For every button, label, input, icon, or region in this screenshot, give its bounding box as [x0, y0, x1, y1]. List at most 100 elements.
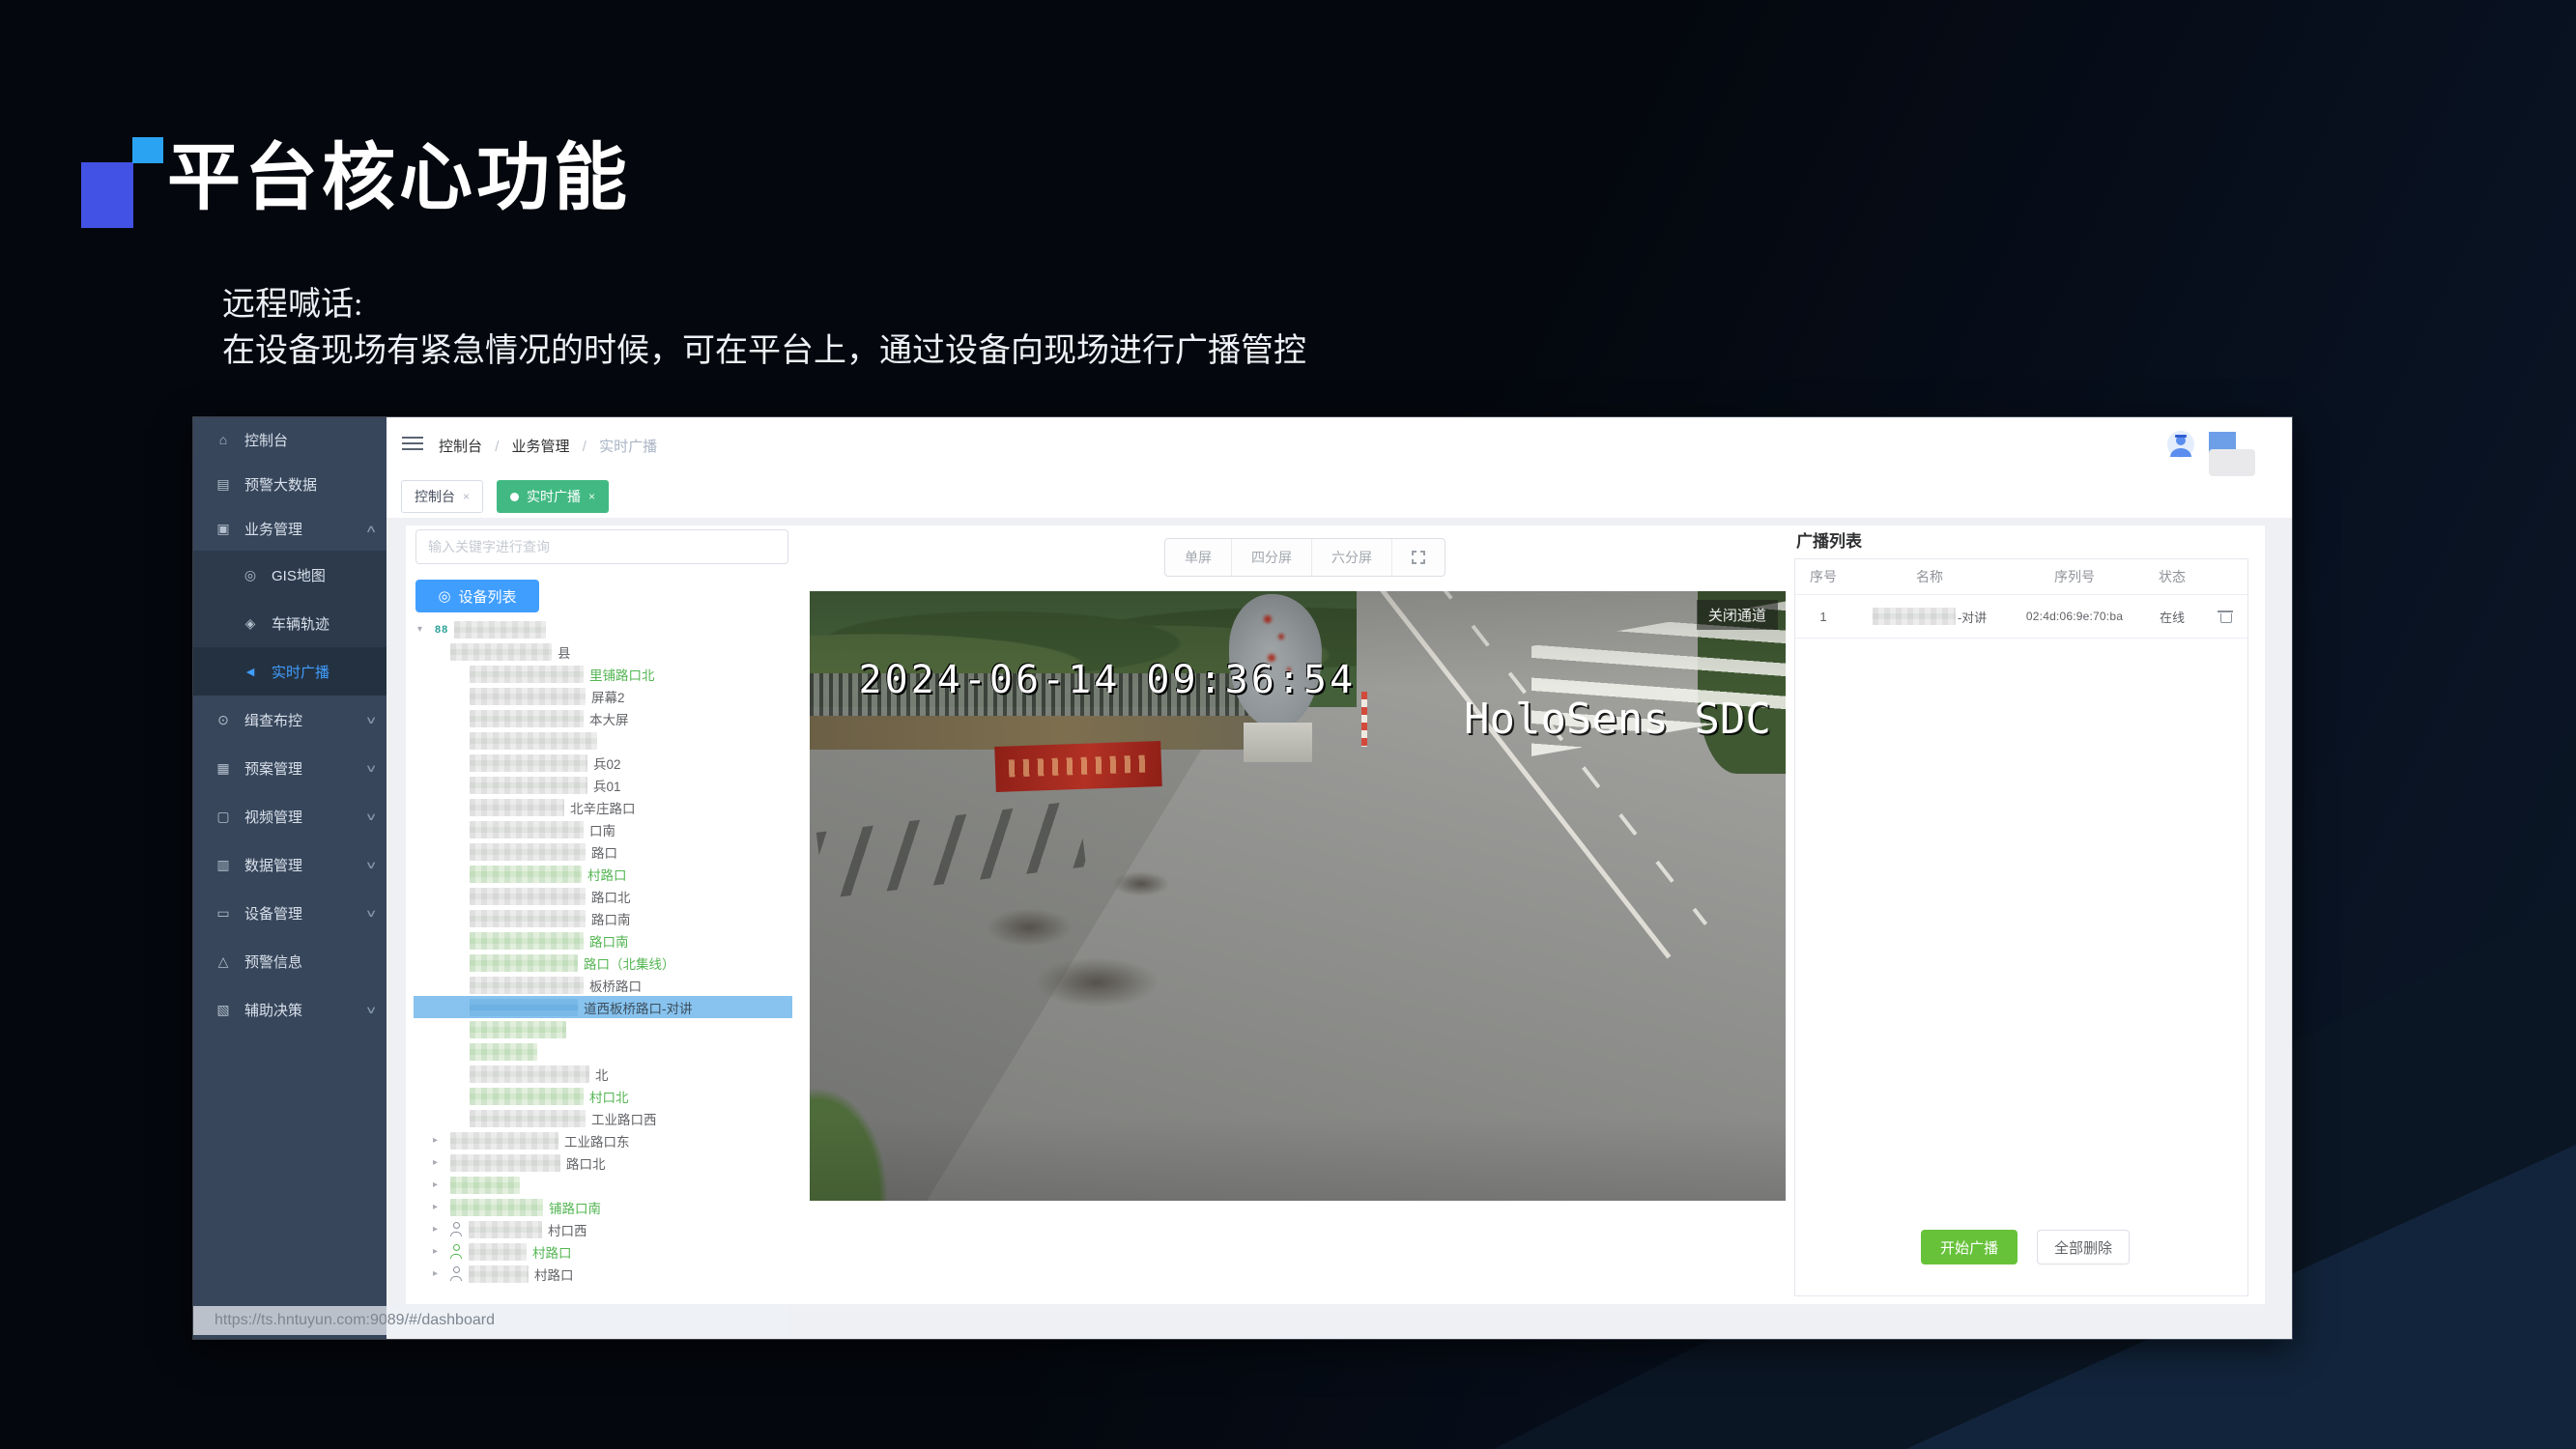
tree-node[interactable]: 村路口: [414, 863, 792, 885]
sidebar-item-alert-bigdata[interactable]: ▤预警大数据: [193, 462, 386, 506]
tree-node[interactable]: ▸铺路口南: [414, 1196, 792, 1218]
tree-node[interactable]: 路口（北集线）: [414, 952, 792, 974]
video-icon: ▢: [215, 809, 232, 825]
chevron-down-icon: ∨: [365, 907, 378, 920]
redacted-label: [470, 1088, 584, 1105]
tree-node[interactable]: ▸村口西: [414, 1218, 792, 1240]
delete-row-icon[interactable]: [2219, 610, 2231, 623]
sidebar-item-video-mgmt[interactable]: ▢视频管理∨: [193, 792, 386, 840]
tree-node[interactable]: 北辛庄路口: [414, 796, 792, 818]
sidebar-item-plan-mgmt[interactable]: ▦预案管理∨: [193, 744, 386, 792]
alert-icon: △: [215, 953, 232, 970]
tree-node[interactable]: 兵01: [414, 774, 792, 796]
tree-node[interactable]: 屏幕2: [414, 685, 792, 707]
device-list-button[interactable]: ◎ 设备列表: [415, 580, 539, 612]
tree-node[interactable]: 口南: [414, 818, 792, 840]
tree-node[interactable]: 路口南: [414, 907, 792, 929]
car-icon: ◈: [242, 615, 259, 632]
tree-node[interactable]: 路口南: [414, 929, 792, 952]
tab-console[interactable]: 控制台 ×: [401, 480, 483, 513]
tree-node[interactable]: 路口: [414, 840, 792, 863]
tree-node-label: 村口北: [589, 1087, 629, 1106]
screen-mode-2[interactable]: 四分屏: [1232, 539, 1312, 576]
close-icon[interactable]: ×: [463, 490, 470, 503]
tree-node-label: 道西板桥路口-对讲: [584, 998, 693, 1017]
close-icon[interactable]: ×: [588, 490, 595, 503]
tree-node[interactable]: 路口北: [414, 885, 792, 907]
screen-mode-1[interactable]: 单屏: [1165, 539, 1232, 576]
sidebar-item-vehicle-track[interactable]: ◈ 车辆轨迹: [193, 599, 386, 647]
sidebar-item-alert-info[interactable]: △预警信息: [193, 937, 386, 985]
redacted-label: [469, 1265, 529, 1283]
breadcrumb-console[interactable]: 控制台: [439, 439, 482, 455]
redacted-label: [470, 710, 584, 727]
sidebar-item-business-mgmt[interactable]: ▣业务管理∧: [193, 506, 386, 551]
screen-mode-3[interactable]: 六分屏: [1312, 539, 1392, 576]
broadcast-table: 序号 名称 序列号 状态 1 -对讲 02:4d:0: [1794, 558, 2248, 1296]
tree-node[interactable]: ▸: [414, 1174, 792, 1196]
chevron-right-icon: ▸: [433, 1179, 444, 1190]
user-avatar-icon[interactable]: [2166, 430, 2195, 459]
chevron-right-icon: ▸: [433, 1202, 444, 1212]
tree-node[interactable]: [414, 1040, 792, 1063]
chevron-right-icon: ▸: [433, 1268, 444, 1279]
tree-node[interactable]: 本大屏: [414, 707, 792, 729]
chevron-down-icon: ∨: [365, 762, 378, 775]
tree-node[interactable]: 北: [414, 1063, 792, 1085]
broadcast-actions: 开始广播 全部删除: [1921, 1230, 2130, 1264]
fullscreen-button[interactable]: [1392, 539, 1445, 576]
tree-node[interactable]: ▸村路口: [414, 1240, 792, 1263]
close-channel-button[interactable]: 关闭通道: [1697, 600, 1778, 630]
redacted-label: [470, 843, 586, 861]
sidebar-item-device-mgmt[interactable]: ▭设备管理∨: [193, 889, 386, 937]
sidebar-item-label: 车辆轨迹: [272, 613, 329, 634]
tree-node[interactable]: 工业路口西: [414, 1107, 792, 1129]
sidebar-item-gis-map[interactable]: ◎GIS地图: [193, 551, 386, 599]
chevron-down-icon: ▾: [417, 624, 429, 635]
start-broadcast-button[interactable]: 开始广播: [1921, 1230, 2018, 1264]
tab-live-broadcast[interactable]: 实时广播 ×: [497, 480, 609, 513]
redacted-label: [470, 932, 584, 950]
sidebar-item-data-mgmt[interactable]: ▥数据管理∨: [193, 840, 386, 889]
sidebar-item-patrol-control[interactable]: ⊙缉查布控∨: [193, 696, 386, 744]
sidebar: ⌂控制台▤预警大数据▣业务管理∧◎GIS地图 ◈ 车辆轨迹 ◄实时广播⊙缉查布控∨▦预…: [193, 417, 386, 1339]
tree-node[interactable]: [414, 729, 792, 752]
breadcrumb: 控制台 / 业务管理 / 实时广播: [439, 436, 657, 456]
col-name: 名称: [1851, 567, 2008, 586]
tree-node[interactable]: ▸村路口: [414, 1263, 792, 1285]
content-area: ◎ 设备列表 ▾88县里铺路口北屏幕2 本大屏兵02兵01 北辛庄路口口南路口村路口…: [386, 518, 2292, 1339]
redacted-label: [470, 1110, 586, 1127]
tree-node[interactable]: 村口北: [414, 1085, 792, 1107]
tree-node[interactable]: ▸路口北: [414, 1151, 792, 1174]
redacted-label: [454, 621, 546, 639]
tree-node[interactable]: 兵02: [414, 752, 792, 774]
tree-node[interactable]: ▾88: [414, 618, 792, 640]
sidebar-item-decision-support[interactable]: ▧辅助决策∨: [193, 985, 386, 1034]
person-icon: [450, 1266, 463, 1281]
sidebar-item-console[interactable]: ⌂控制台: [193, 417, 386, 462]
col-index: 序号: [1795, 567, 1851, 586]
tree-node[interactable]: [414, 1018, 792, 1040]
tree-node[interactable]: 里铺路口北: [414, 663, 792, 685]
user-dropdown-box: [2209, 449, 2255, 476]
sidebar-item-live-broadcast[interactable]: ◄实时广播: [193, 647, 386, 696]
row-name: -对讲: [1851, 608, 2008, 626]
tree-node-label: 本大屏: [589, 709, 629, 728]
row-status: 在线: [2141, 608, 2203, 626]
title-bullet-square: [81, 162, 133, 228]
broadcast-list-title: 广播列表: [1796, 527, 1862, 552]
tree-node[interactable]: 板桥路口: [414, 974, 792, 996]
tree-node[interactable]: 道西板桥路口-对讲: [414, 996, 792, 1018]
sidebar-item-label: GIS地图: [272, 565, 326, 585]
tree-node-label: 工业路口东: [564, 1131, 630, 1151]
delete-all-button[interactable]: 全部删除: [2037, 1230, 2130, 1264]
breadcrumb-separator: /: [583, 439, 587, 455]
tree-node[interactable]: 县: [414, 640, 792, 663]
breadcrumb-business[interactable]: 业务管理: [512, 439, 570, 455]
search-input[interactable]: [415, 529, 788, 564]
tree-node-label: 北辛庄路口: [570, 798, 636, 817]
tree-node[interactable]: ▸工业路口东: [414, 1129, 792, 1151]
device-list-label: 设备列表: [459, 586, 517, 607]
tree-node-label: 路口南: [589, 931, 629, 951]
collapse-menu-icon[interactable]: [402, 437, 423, 452]
